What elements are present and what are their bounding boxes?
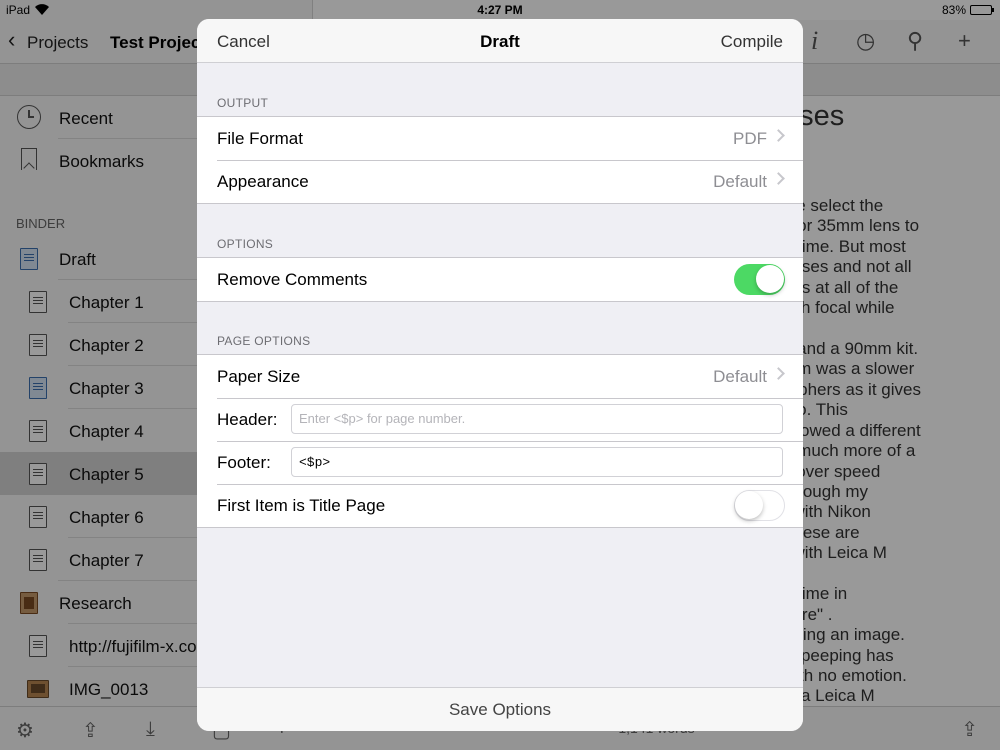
- title-page-label: First Item is Title Page: [217, 496, 386, 515]
- footer-label: Footer:: [217, 453, 271, 472]
- output-group: File Format PDF Appearance Default: [197, 116, 803, 204]
- options-group: Remove Comments: [197, 257, 803, 302]
- title-page-row: First Item is Title Page: [197, 484, 803, 527]
- paper-size-row[interactable]: Paper Size Default: [197, 355, 803, 398]
- compile-button[interactable]: Compile: [721, 32, 783, 52]
- file-format-label: File Format: [217, 129, 303, 148]
- dialog-footer: Save Options: [197, 687, 803, 731]
- appearance-row[interactable]: Appearance Default: [197, 160, 803, 203]
- header-row: Header:: [197, 398, 803, 441]
- section-header-options: OPTIONS: [217, 237, 274, 251]
- title-page-toggle[interactable]: [734, 490, 785, 521]
- compile-dialog: Cancel Draft Compile OUTPUT File Format …: [197, 19, 803, 731]
- save-options-button[interactable]: Save Options: [197, 700, 803, 720]
- remove-comments-label: Remove Comments: [217, 270, 368, 289]
- header-label: Header:: [217, 410, 278, 429]
- chevron-right-icon: [772, 367, 785, 380]
- page-options-group: Paper Size Default Header: Footer: First…: [197, 354, 803, 528]
- footer-input[interactable]: [291, 447, 783, 477]
- remove-comments-toggle[interactable]: [734, 264, 785, 295]
- appearance-value: Default: [713, 172, 767, 191]
- paper-size-value: Default: [713, 367, 767, 386]
- chevron-right-icon: [772, 129, 785, 142]
- dialog-title: Draft: [480, 32, 520, 51]
- file-format-row[interactable]: File Format PDF: [197, 117, 803, 160]
- file-format-value: PDF: [733, 129, 767, 148]
- remove-comments-row: Remove Comments: [197, 258, 803, 301]
- footer-row: Footer:: [197, 441, 803, 484]
- section-header-output: OUTPUT: [217, 96, 269, 110]
- chevron-right-icon: [772, 172, 785, 185]
- appearance-label: Appearance: [217, 172, 309, 191]
- section-header-page-options: PAGE OPTIONS: [217, 334, 311, 348]
- dialog-header: Cancel Draft Compile: [197, 19, 803, 63]
- paper-size-label: Paper Size: [217, 367, 301, 386]
- header-input[interactable]: [291, 404, 783, 434]
